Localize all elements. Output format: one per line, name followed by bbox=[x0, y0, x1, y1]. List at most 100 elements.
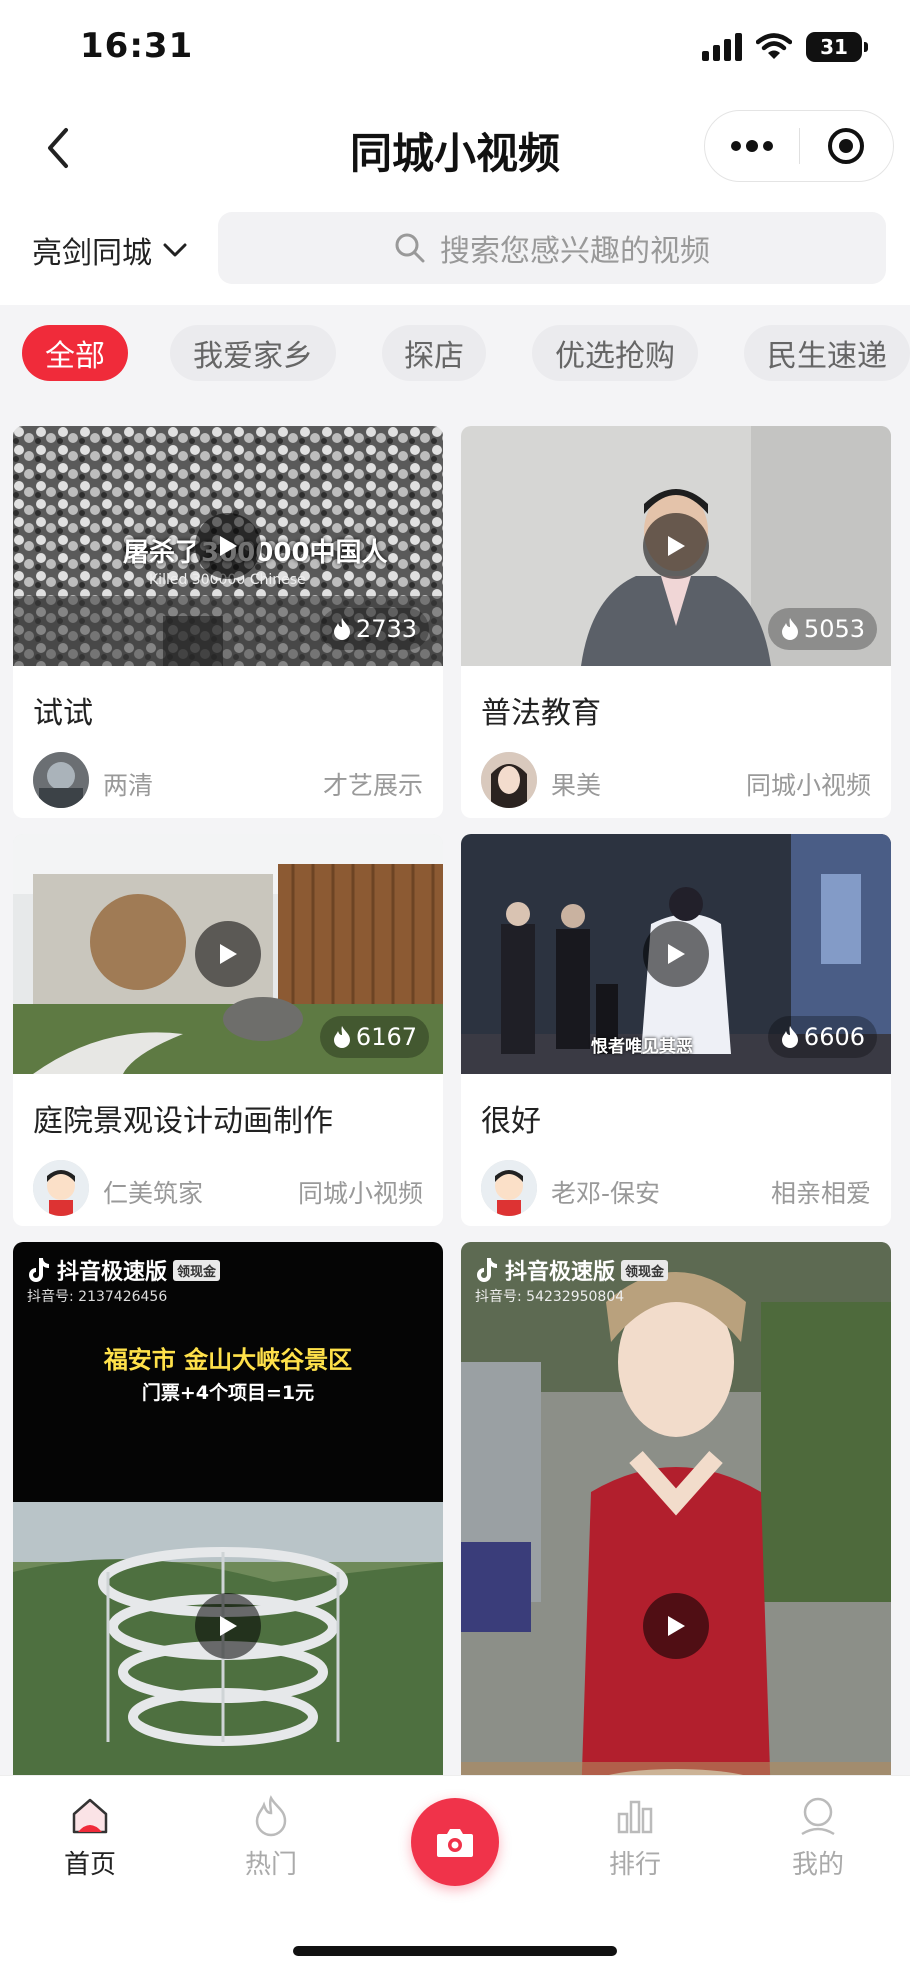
tab-ranking-label: 排行 bbox=[608, 1850, 661, 1880]
heat-value: 5053 bbox=[803, 615, 865, 643]
chevron-down-icon bbox=[163, 243, 187, 257]
app-badge: 抖音极速版 领现金 bbox=[475, 1254, 669, 1286]
more-dots-icon bbox=[730, 140, 773, 152]
tab-hot[interactable]: 热门 bbox=[211, 1794, 331, 1881]
home-indicator bbox=[293, 1946, 617, 1956]
more-button[interactable] bbox=[705, 111, 799, 181]
wifi-icon bbox=[756, 33, 792, 59]
category-tabs: 全部 我爱家乡 探店 优选抢购 民生速递 bbox=[0, 305, 910, 410]
app-badge-label: 抖音极速版 bbox=[57, 1260, 168, 1285]
avatar[interactable] bbox=[33, 752, 89, 808]
city-selector[interactable]: 亮剑同城 bbox=[32, 228, 188, 272]
miniapp-capsule bbox=[704, 110, 894, 182]
signal-icon bbox=[702, 33, 742, 61]
play-button[interactable] bbox=[643, 513, 709, 579]
tab-all[interactable]: 全部 bbox=[22, 325, 128, 381]
avatar[interactable] bbox=[33, 1160, 89, 1216]
search-placeholder: 搜索您感兴趣的视频 bbox=[440, 234, 710, 269]
play-button[interactable] bbox=[195, 921, 261, 987]
video-card[interactable]: 抖音极速版 领现金 抖音号: 54232950804 bbox=[461, 1242, 891, 1775]
video-card[interactable]: 屠杀了300000中国人 Killed 300000 Chinese 2733 … bbox=[13, 426, 443, 818]
video-thumbnail: 6167 bbox=[13, 834, 443, 1074]
app-badge: 抖音极速版 领现金 bbox=[27, 1254, 221, 1286]
video-card[interactable]: 5053 普法教育 果美 同城小视频 bbox=[461, 426, 891, 818]
badge-tag: 领现金 bbox=[173, 1259, 221, 1281]
video-category[interactable]: 才艺展示 bbox=[323, 766, 423, 802]
video-title: 很好 bbox=[481, 1104, 541, 1139]
play-button[interactable] bbox=[643, 1593, 709, 1659]
tab-livelihood-news[interactable]: 民生速递 bbox=[744, 325, 910, 381]
heat-count: 5053 bbox=[767, 608, 877, 650]
avatar[interactable] bbox=[481, 752, 537, 808]
home-icon bbox=[72, 1798, 108, 1834]
author-name[interactable]: 两清 bbox=[103, 766, 153, 802]
video-headline: 福安市 金山大峡谷景区 bbox=[103, 1346, 353, 1374]
play-icon bbox=[668, 944, 685, 964]
heat-count: 6606 bbox=[767, 1016, 877, 1058]
tab-home[interactable]: 首页 bbox=[30, 1794, 150, 1881]
video-category[interactable]: 同城小视频 bbox=[298, 1174, 423, 1210]
douyin-id: 抖音号: 2137426456 bbox=[27, 1289, 168, 1305]
battery-indicator: 31 bbox=[806, 32, 868, 62]
bottom-tab-bar: 首页 热门 排行 我的 bbox=[0, 1775, 910, 1970]
tab-profile[interactable]: 我的 bbox=[758, 1794, 878, 1881]
target-circle-icon bbox=[828, 128, 865, 164]
douyin-id: 抖音号: 54232950804 bbox=[475, 1289, 625, 1305]
tab-home-label: 首页 bbox=[63, 1850, 116, 1880]
play-icon bbox=[220, 536, 237, 556]
status-bar: 16:31 31 bbox=[0, 0, 910, 100]
tab-flash-deals[interactable]: 优选抢购 bbox=[532, 325, 698, 381]
author-name[interactable]: 果美 bbox=[551, 766, 601, 802]
tab-store-visit[interactable]: 探店 bbox=[382, 325, 486, 381]
play-icon bbox=[668, 536, 685, 556]
search-icon bbox=[395, 233, 425, 263]
status-icons: 31 bbox=[702, 32, 868, 62]
play-icon bbox=[668, 1616, 685, 1636]
play-icon bbox=[220, 944, 237, 964]
tab-ranking[interactable]: 排行 bbox=[575, 1794, 695, 1881]
author-name[interactable]: 老邓-保安 bbox=[551, 1174, 660, 1210]
flame-icon bbox=[333, 618, 350, 640]
video-thumbnail: 屠杀了300000中国人 Killed 300000 Chinese 2733 bbox=[13, 426, 443, 666]
author-name[interactable]: 仁美筑家 bbox=[103, 1174, 203, 1210]
avatar[interactable] bbox=[481, 1160, 537, 1216]
video-title: 庭院景观设计动画制作 bbox=[33, 1104, 333, 1139]
bar-chart-icon bbox=[617, 1800, 653, 1834]
video-category[interactable]: 相亲相爱 bbox=[771, 1174, 871, 1210]
close-miniapp-button[interactable] bbox=[800, 111, 894, 181]
tab-hot-label: 热门 bbox=[244, 1850, 297, 1880]
flame-icon bbox=[255, 1795, 287, 1837]
city-label: 亮剑同城 bbox=[32, 236, 152, 271]
video-card[interactable]: 抖音极速版 领现金 抖音号: 2137426456 福安市 金山大峡谷景区 门票… bbox=[13, 1242, 443, 1775]
camera-button[interactable] bbox=[411, 1798, 499, 1886]
play-button[interactable] bbox=[195, 513, 261, 579]
user-icon bbox=[801, 1797, 835, 1836]
play-icon bbox=[220, 1616, 237, 1636]
flame-icon bbox=[781, 1026, 798, 1048]
tab-hometown[interactable]: 我爱家乡 bbox=[170, 325, 336, 381]
app-badge-label: 抖音极速版 bbox=[505, 1260, 616, 1285]
search-row: 亮剑同城 搜索您感兴趣的视频 bbox=[0, 200, 910, 305]
flame-icon bbox=[781, 618, 798, 640]
video-card[interactable]: 6167 庭院景观设计动画制作 仁美筑家 同城小视频 bbox=[13, 834, 443, 1226]
video-thumbnail: 抖音极速版 领现金 抖音号: 2137426456 福安市 金山大峡谷景区 门票… bbox=[13, 1242, 443, 1775]
video-title: 普法教育 bbox=[481, 696, 601, 731]
heat-value: 6606 bbox=[803, 1023, 865, 1051]
video-thumbnail: 5053 bbox=[461, 426, 891, 666]
camera-icon bbox=[437, 1829, 473, 1857]
heat-count: 2733 bbox=[319, 608, 429, 650]
douyin-logo-icon bbox=[477, 1258, 497, 1282]
heat-count: 6167 bbox=[319, 1016, 429, 1058]
heat-value: 6167 bbox=[355, 1023, 417, 1051]
douyin-logo-icon bbox=[29, 1258, 49, 1282]
video-category[interactable]: 同城小视频 bbox=[746, 766, 871, 802]
tab-profile-label: 我的 bbox=[791, 1850, 844, 1880]
video-title: 试试 bbox=[33, 696, 93, 731]
status-time: 16:31 bbox=[80, 26, 194, 66]
video-thumbnail: 恨者唯见其恶 6606 bbox=[461, 834, 891, 1074]
play-button[interactable] bbox=[195, 1593, 261, 1659]
video-grid: 屠杀了300000中国人 Killed 300000 Chinese 2733 … bbox=[0, 410, 910, 1775]
search-input[interactable]: 搜索您感兴趣的视频 bbox=[218, 212, 886, 284]
video-card[interactable]: 恨者唯见其恶 6606 很好 老邓-保安 相亲相爱 bbox=[461, 834, 891, 1226]
play-button[interactable] bbox=[643, 921, 709, 987]
